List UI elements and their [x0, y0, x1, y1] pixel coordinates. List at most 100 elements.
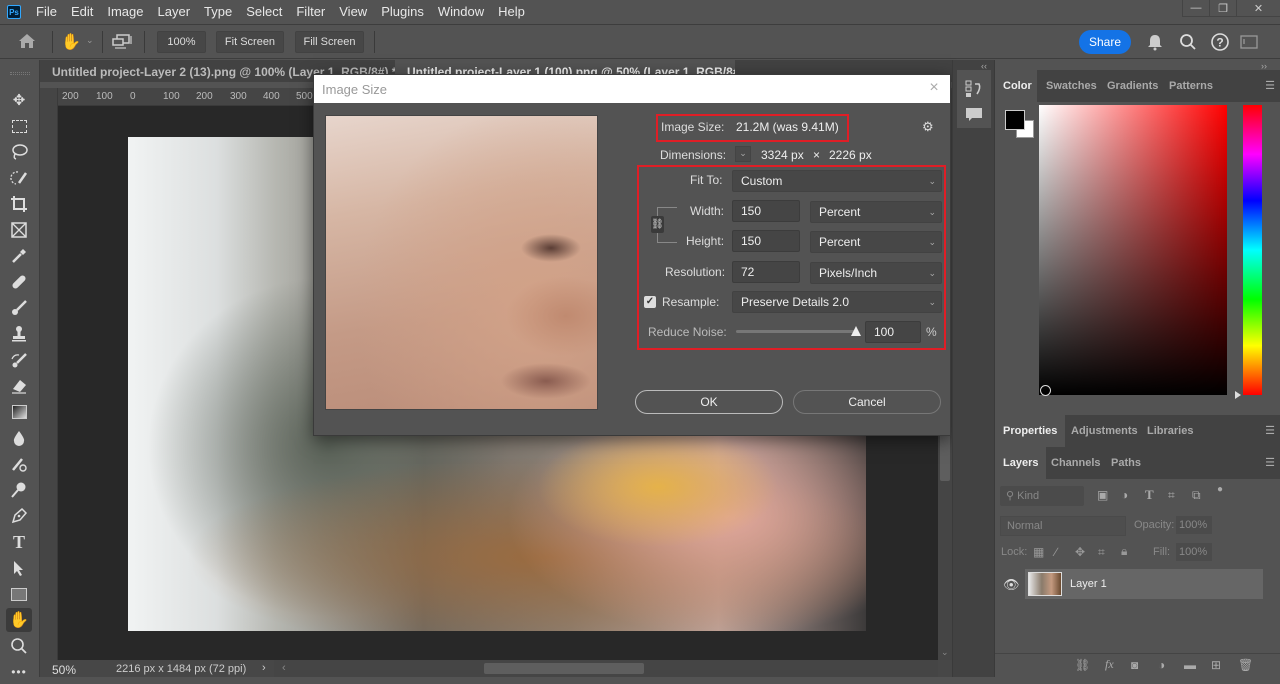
- add-mask-icon[interactable]: ◙: [1131, 658, 1138, 672]
- help-icon[interactable]: ?: [1210, 32, 1230, 55]
- image-preview[interactable]: [325, 115, 598, 410]
- new-adjustment-layer-icon[interactable]: ◑: [1158, 658, 1165, 672]
- zoom-tool-icon[interactable]: [6, 634, 32, 658]
- type-tool-icon[interactable]: T: [6, 530, 32, 554]
- menu-type[interactable]: Type: [197, 0, 239, 24]
- more-tools-icon[interactable]: •••: [6, 660, 32, 684]
- ok-button[interactable]: OK: [635, 390, 783, 414]
- tab-patterns[interactable]: Patterns: [1161, 70, 1221, 102]
- layer-item[interactable]: Layer 1: [1025, 569, 1263, 599]
- scrollbar-thumb[interactable]: [484, 663, 644, 674]
- tab-libraries[interactable]: Libraries: [1139, 415, 1201, 447]
- scroll-left-arrow[interactable]: ‹: [282, 662, 286, 674]
- lock-transparent-pixels-icon[interactable]: ▦: [1033, 545, 1044, 559]
- menu-window[interactable]: Window: [431, 0, 491, 24]
- hue-slider-marker[interactable]: [1235, 391, 1241, 399]
- foreground-color-swatch[interactable]: [1005, 110, 1025, 130]
- menu-view[interactable]: View: [332, 0, 374, 24]
- fill-input[interactable]: 100%: [1176, 543, 1212, 561]
- tab-paths[interactable]: Paths: [1103, 447, 1149, 479]
- panel-menu-icon[interactable]: ☰: [1265, 456, 1275, 469]
- zoom-100-button[interactable]: 100%: [157, 31, 206, 53]
- marquee-tool-icon[interactable]: [6, 114, 32, 138]
- resample-checkbox[interactable]: ✓: [644, 296, 656, 308]
- path-selection-tool-icon[interactable]: [6, 556, 32, 580]
- scroll-all-windows-icon[interactable]: [112, 33, 134, 54]
- new-layer-icon[interactable]: ⊞: [1211, 658, 1221, 672]
- notifications-bell-icon[interactable]: [1146, 33, 1164, 54]
- reduce-noise-slider-handle[interactable]: [851, 326, 861, 336]
- dialog-title[interactable]: Image Size: [314, 75, 950, 103]
- comments-icon[interactable]: [965, 107, 983, 126]
- hand-tool-icon[interactable]: ✋: [6, 608, 32, 632]
- tab-color[interactable]: Color: [995, 70, 1037, 102]
- frame-tool-icon[interactable]: [6, 218, 32, 242]
- zoom-level[interactable]: 50%: [52, 663, 76, 677]
- fit-screen-button[interactable]: Fit Screen: [216, 31, 284, 53]
- search-icon[interactable]: [1179, 33, 1197, 54]
- healing-brush-tool-icon[interactable]: [6, 270, 32, 294]
- settings-gear-icon[interactable]: ⚙: [922, 119, 934, 135]
- toolbar-grip[interactable]: [10, 72, 30, 75]
- menu-help[interactable]: Help: [491, 0, 532, 24]
- filter-pixel-layers-icon[interactable]: ▣: [1097, 488, 1108, 502]
- filter-type-layers-icon[interactable]: T: [1145, 487, 1154, 503]
- panel-menu-icon[interactable]: ☰: [1265, 424, 1275, 437]
- crop-tool-icon[interactable]: [6, 192, 32, 216]
- new-group-folder-icon[interactable]: ▬: [1184, 658, 1196, 672]
- panel-menu-icon[interactable]: ☰: [1265, 79, 1275, 92]
- menu-plugins[interactable]: Plugins: [374, 0, 431, 24]
- horizontal-scrollbar[interactable]: ‹: [274, 660, 938, 677]
- pen-tool-icon[interactable]: [6, 504, 32, 528]
- filter-shape-layers-icon[interactable]: ⌗: [1168, 488, 1175, 503]
- dodge-tool-icon[interactable]: [6, 478, 32, 502]
- home-icon[interactable]: [18, 33, 38, 51]
- status-menu-arrow[interactable]: ›: [262, 662, 266, 674]
- gradient-tool-icon[interactable]: [6, 400, 32, 424]
- filter-smart-objects-icon[interactable]: ⧉: [1192, 488, 1201, 503]
- reduce-noise-slider-track[interactable]: [736, 330, 858, 333]
- share-button[interactable]: Share: [1079, 30, 1131, 54]
- link-layers-icon[interactable]: ⛓: [1075, 658, 1090, 672]
- menu-file[interactable]: File: [29, 0, 64, 24]
- filter-toggle-icon[interactable]: ●: [1217, 484, 1223, 495]
- history-brush-tool-icon[interactable]: [6, 348, 32, 372]
- dimensions-unit-dropdown[interactable]: ⌄: [735, 146, 751, 162]
- lock-artboard-icon[interactable]: ⌗: [1098, 545, 1105, 560]
- color-saturation-field[interactable]: [1039, 105, 1227, 395]
- width-unit-select[interactable]: Percent ⌄: [810, 201, 942, 223]
- tab-channels[interactable]: Channels: [1043, 447, 1109, 479]
- clone-stamp-tool-icon[interactable]: [6, 322, 32, 346]
- delete-layer-trash-icon[interactable]: 🗑︎: [1238, 658, 1253, 672]
- eyedropper-tool-icon[interactable]: [6, 244, 32, 268]
- reduce-noise-input[interactable]: 100: [865, 321, 921, 343]
- history-icon[interactable]: [965, 80, 983, 101]
- cancel-button[interactable]: Cancel: [793, 390, 941, 414]
- close-window-button[interactable]: ✕: [1236, 0, 1280, 17]
- menu-layer[interactable]: Layer: [151, 0, 198, 24]
- lasso-tool-icon[interactable]: [6, 140, 32, 164]
- hue-slider[interactable]: [1243, 105, 1262, 395]
- blur-tool-icon[interactable]: [6, 426, 32, 450]
- resolution-input[interactable]: 72: [732, 261, 800, 283]
- fit-to-select[interactable]: Custom ⌄: [732, 170, 942, 192]
- menu-edit[interactable]: Edit: [64, 0, 100, 24]
- tab-swatches[interactable]: Swatches: [1038, 70, 1105, 102]
- layer-style-fx-icon[interactable]: fx: [1105, 657, 1114, 672]
- blend-mode-select[interactable]: Normal: [1000, 516, 1126, 536]
- lock-position-icon[interactable]: ✥: [1075, 545, 1085, 559]
- fill-screen-button[interactable]: Fill Screen: [295, 31, 364, 53]
- scrollbar-thumb[interactable]: [940, 433, 950, 481]
- restore-button[interactable]: ❐: [1209, 0, 1236, 17]
- move-tool-icon[interactable]: ✥: [6, 88, 32, 112]
- tab-layers[interactable]: Layers: [995, 447, 1047, 479]
- height-input[interactable]: 150: [732, 230, 800, 252]
- menu-select[interactable]: Select: [239, 0, 289, 24]
- hand-tool-icon[interactable]: ✋: [61, 32, 81, 52]
- chevron-down-icon[interactable]: ⌄: [86, 35, 94, 46]
- menu-image[interactable]: Image: [100, 0, 150, 24]
- layer-visibility-eye-icon[interactable]: 👁︎: [1003, 577, 1020, 593]
- menu-filter[interactable]: Filter: [289, 0, 332, 24]
- lock-all-icon[interactable]: 🔒︎: [1121, 544, 1127, 559]
- layer-filter-kind[interactable]: ⚲ Kind: [1000, 486, 1084, 506]
